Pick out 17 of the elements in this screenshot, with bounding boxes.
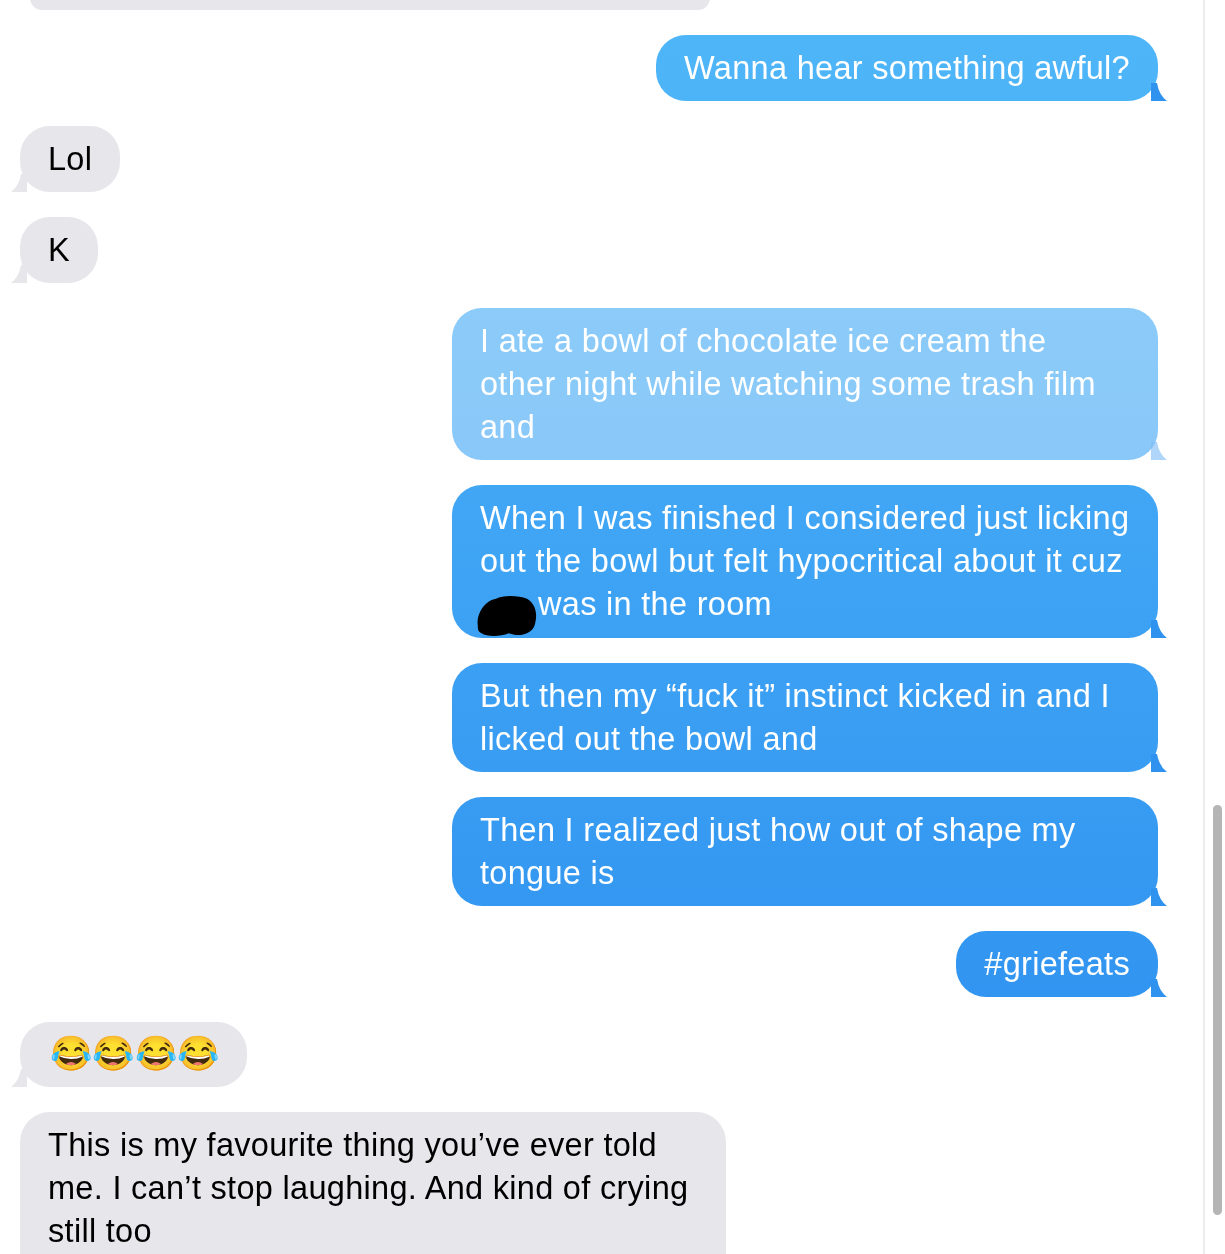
bubble-tail bbox=[1151, 754, 1167, 772]
bubble-tail bbox=[1151, 442, 1167, 460]
bubble-tail bbox=[1151, 979, 1167, 997]
message-text: Then I realized just how out of shape my tongue is bbox=[480, 812, 1076, 891]
emoji-text: 😂😂😂😂 bbox=[50, 1034, 220, 1072]
message-text: I ate a bowl of chocolate ice cream the other night while watching some trash film and bbox=[480, 323, 1096, 445]
message-text: was in the room bbox=[538, 586, 772, 622]
bubble-tail bbox=[1151, 888, 1167, 906]
bubble-tail bbox=[1151, 620, 1167, 638]
message-text: Lol bbox=[48, 141, 93, 177]
scrollbar-thumb[interactable] bbox=[1213, 805, 1222, 1215]
message-text: But then my “fuck it” instinct kicked in and I licked out the bowl and bbox=[480, 678, 1110, 757]
bubble-tail bbox=[1151, 83, 1167, 101]
message-text: K bbox=[48, 232, 70, 268]
message-text: Wanna hear something awful? bbox=[684, 50, 1130, 86]
message-text: This is my favourite thing you’ve ever told me. I can’t stop laughing. And kind of crying still too bbox=[48, 1127, 689, 1249]
message-text: #griefeats bbox=[984, 946, 1130, 982]
